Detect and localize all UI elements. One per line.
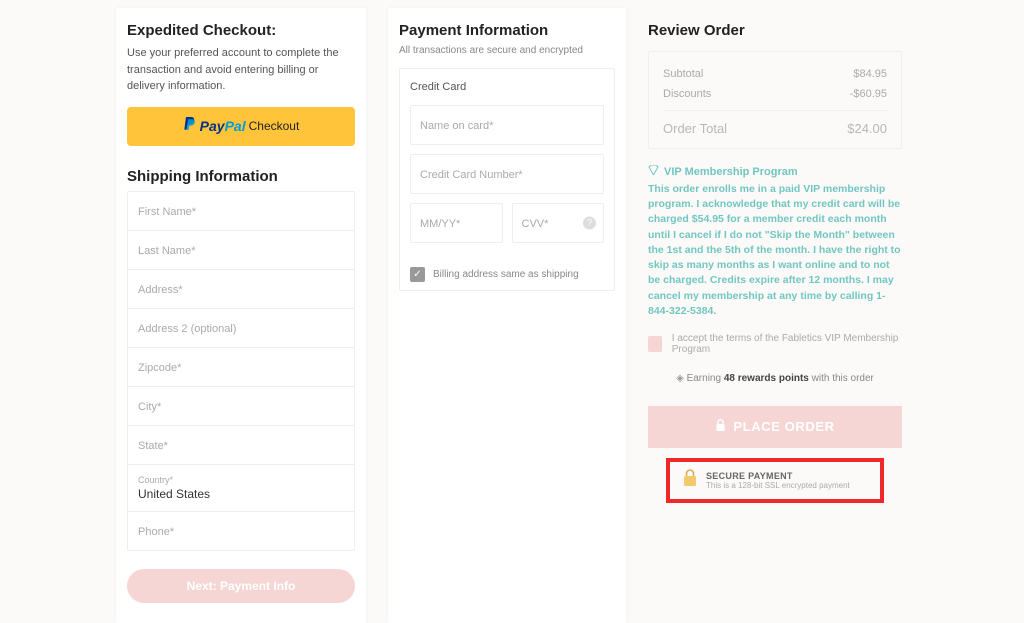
total-value: $24.00: [847, 121, 887, 136]
country-value: United States: [138, 487, 344, 501]
country-field[interactable]: Country* United States: [128, 465, 354, 512]
credit-card-panel: Credit Card ? ✓ Billing address same as …: [399, 68, 615, 291]
secure-title: SECURE PAYMENT: [706, 471, 850, 481]
payment-column: Payment Information All transactions are…: [388, 8, 626, 623]
lock-icon: [715, 419, 726, 435]
secure-sub: This is a 128-bit SSL encrypted payment: [706, 481, 850, 490]
payment-subtext: All transactions are secure and encrypte…: [399, 45, 615, 56]
padlock-icon: [682, 469, 698, 492]
zipcode-field[interactable]: [138, 362, 344, 374]
city-field[interactable]: [138, 401, 344, 413]
review-column: Review Order Subtotal $84.95 Discounts -…: [648, 8, 902, 623]
order-summary: Subtotal $84.95 Discounts -$60.95 Order …: [648, 51, 902, 149]
shipping-column: Expedited Checkout: Use your preferred a…: [116, 8, 366, 623]
place-order-label: PLACE ORDER: [733, 419, 834, 434]
shipping-form: Country* United States: [127, 191, 355, 551]
secure-payment-callout: SECURE PAYMENT This is a 128-bit SSL enc…: [666, 458, 884, 503]
address2-field[interactable]: [138, 323, 344, 335]
tag-icon: ◈: [676, 373, 684, 384]
paypal-logo-icon: [183, 117, 197, 136]
total-label: Order Total: [663, 121, 727, 136]
expedited-subtext: Use your preferred account to complete t…: [127, 45, 355, 95]
earning-points: 48 rewards points: [724, 373, 809, 384]
earning-pre: Earning: [687, 373, 724, 384]
place-order-button[interactable]: PLACE ORDER: [648, 406, 902, 448]
cvv-help-icon[interactable]: ?: [583, 217, 596, 230]
state-field[interactable]: [138, 440, 344, 452]
accept-terms-label: I accept the terms of the Fabletics VIP …: [672, 333, 902, 355]
paypal-text-pal: Pal: [225, 118, 246, 134]
paypal-text-pay: Pay: [200, 118, 225, 134]
paypal-checkout-label: Checkout: [249, 119, 300, 133]
credit-card-header: Credit Card: [400, 69, 614, 105]
review-title: Review Order: [648, 22, 902, 39]
last-name-field[interactable]: [138, 245, 344, 257]
payment-title: Payment Information: [399, 22, 615, 39]
rewards-points-row: ◈ Earning 48 rewards points with this or…: [648, 373, 902, 384]
phone-field[interactable]: [138, 526, 344, 538]
expedited-title: Expedited Checkout:: [127, 22, 355, 39]
subtotal-value: $84.95: [853, 68, 887, 80]
expiry-field[interactable]: [420, 218, 493, 230]
discounts-label: Discounts: [663, 88, 711, 100]
paypal-checkout-button[interactable]: PayPal Checkout: [127, 107, 355, 146]
billing-same-label: Billing address same as shipping: [433, 269, 579, 280]
name-on-card-field[interactable]: [420, 120, 594, 132]
subtotal-label: Subtotal: [663, 68, 703, 80]
card-number-field[interactable]: [420, 169, 594, 181]
address-field[interactable]: [138, 284, 344, 296]
diamond-icon: [648, 165, 659, 178]
earning-post: with this order: [809, 373, 874, 384]
next-payment-button[interactable]: Next: Payment Info: [127, 569, 355, 603]
vip-program-heading: VIP Membership Program: [648, 165, 902, 178]
country-label: Country*: [138, 475, 344, 485]
discounts-value: -$60.95: [850, 88, 887, 100]
accept-terms-checkbox[interactable]: [648, 336, 662, 352]
billing-same-checkbox[interactable]: ✓: [410, 267, 425, 282]
vip-program-title: VIP Membership Program: [664, 166, 798, 178]
first-name-field[interactable]: [138, 206, 344, 218]
shipping-title: Shipping Information: [127, 168, 355, 185]
vip-program-text: This order enrolls me in a paid VIP memb…: [648, 182, 902, 319]
